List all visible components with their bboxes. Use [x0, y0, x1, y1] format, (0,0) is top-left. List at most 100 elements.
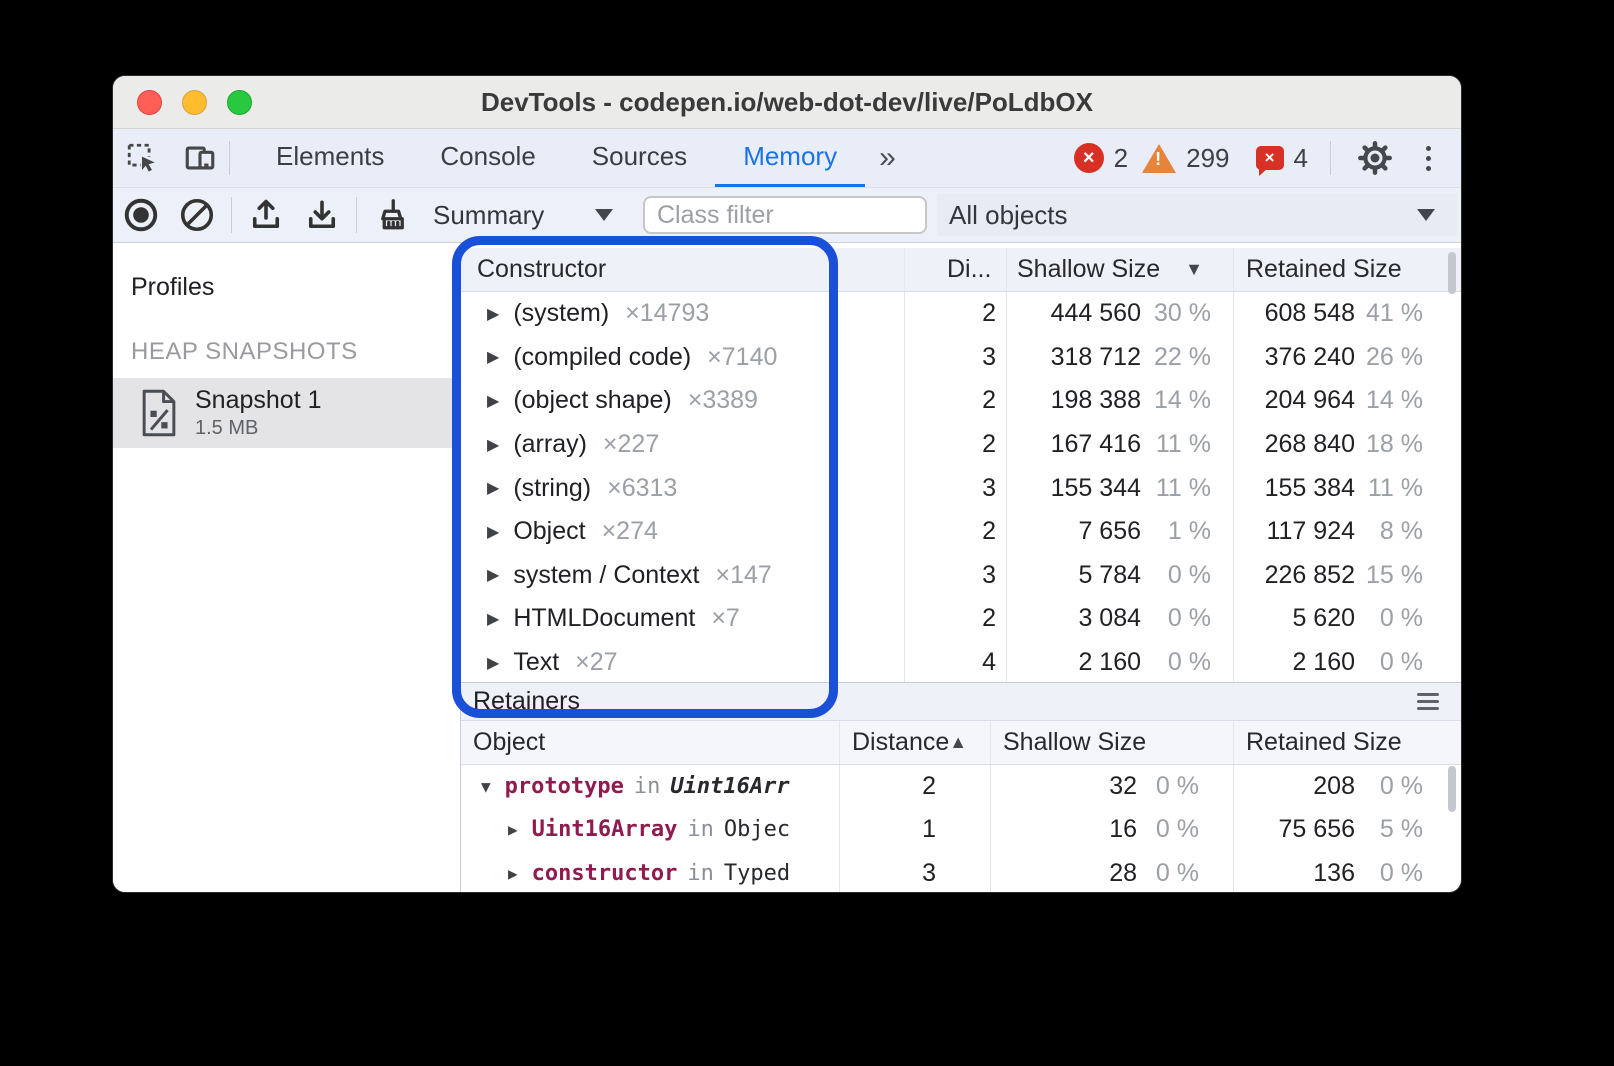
- constructor-row[interactable]: ▶ (string) ×6313 3 155 344 11 % 155 384: [461, 466, 1461, 510]
- expand-arrow-icon[interactable]: ▶: [487, 522, 499, 542]
- constructor-row[interactable]: ▶ (system) ×14793 2 444 560 30 % 608 548: [461, 292, 1461, 336]
- retainer-retained-value: 136: [1234, 859, 1355, 888]
- constructor-row[interactable]: ▶ Object ×274 2 7 656 1 % 117 924: [461, 510, 1461, 554]
- settings-button[interactable]: [1353, 140, 1397, 176]
- retainer-shallow-cell: 32 0 %: [990, 765, 1233, 809]
- close-window-button[interactable]: [137, 90, 162, 115]
- expand-arrow-icon[interactable]: ▶: [487, 304, 499, 324]
- expand-arrow-icon[interactable]: ▶: [487, 609, 499, 629]
- issues-badge[interactable]: × 4: [1256, 143, 1308, 174]
- memory-panel-content: Profiles HEAP SNAPSHOTS Snapshot 1: [113, 243, 1461, 892]
- expand-arrow-icon[interactable]: ▶: [487, 565, 499, 585]
- badge-divider: [1330, 141, 1331, 175]
- retainer-row[interactable]: ▶ constructor in Typed 3 28 0 %: [461, 852, 1461, 893]
- memory-toolbar: Summary All objects: [113, 188, 1461, 243]
- window-title-bar: DevTools - codepen.io/web-dot-dev/live/P…: [113, 76, 1461, 129]
- shallow-size-value: 198 388: [1007, 386, 1141, 415]
- shallow-size-value: 444 560: [1007, 299, 1141, 328]
- shallow-size-value: 3 084: [1007, 604, 1141, 633]
- tab-console[interactable]: Console: [412, 129, 563, 187]
- toggle-device-toolbar-button[interactable]: [171, 129, 229, 187]
- expand-arrow-icon[interactable]: ▶: [487, 653, 499, 673]
- clear-profiles-button[interactable]: [169, 188, 225, 242]
- perspective-value: Summary: [433, 200, 544, 231]
- column-header-constructor[interactable]: Constructor: [461, 248, 904, 291]
- class-filter-input[interactable]: [643, 196, 927, 234]
- warning-badge[interactable]: 299: [1142, 143, 1229, 174]
- retained-size-percent: 11 %: [1355, 474, 1423, 503]
- retainer-retained-cell: 208 0 %: [1233, 765, 1461, 809]
- snapshot-name: Snapshot 1: [195, 386, 322, 415]
- tab-elements[interactable]: Elements: [248, 129, 412, 187]
- retained-size-percent: 18 %: [1355, 430, 1423, 459]
- heap-snapshot-view: Constructor Di... Shallow Size ▼ Retaine…: [461, 243, 1461, 892]
- toolbar-divider: [231, 197, 232, 233]
- expand-arrow-icon[interactable]: ▶: [487, 478, 499, 498]
- expand-arrow-icon[interactable]: ▶: [487, 347, 499, 367]
- error-badge[interactable]: × 2: [1074, 143, 1128, 174]
- column-header-retainer-shallow[interactable]: Shallow Size: [990, 721, 1233, 764]
- column-header-retainer-retained[interactable]: Retained Size: [1233, 721, 1461, 764]
- shallow-size-cell: 2 160 0 %: [1006, 641, 1233, 682]
- collect-garbage-button[interactable]: [363, 188, 419, 242]
- constructor-cell: ▶ (object shape) ×3389: [461, 379, 904, 423]
- tab-memory[interactable]: Memory: [715, 129, 865, 187]
- retainer-row[interactable]: ▶ Uint16Array in Objec 1 16 0 %: [461, 808, 1461, 852]
- chevron-down-icon: [1417, 209, 1435, 221]
- column-header-object[interactable]: Object: [461, 721, 839, 764]
- expand-arrow-icon[interactable]: ▶: [487, 391, 499, 411]
- minimize-window-button[interactable]: [182, 90, 207, 115]
- constructor-cell: ▶ Text ×27: [461, 641, 904, 682]
- constructor-name: (system): [513, 299, 609, 328]
- retainer-shallow-value: 28: [991, 859, 1137, 888]
- expand-arrow-icon[interactable]: ▶: [508, 820, 518, 839]
- more-options-button[interactable]: [1411, 146, 1445, 171]
- constructor-row[interactable]: ▶ (compiled code) ×7140 3 318 712 22 % 3…: [461, 336, 1461, 380]
- expand-arrow-icon[interactable]: ▶: [508, 864, 518, 883]
- retainer-object-cell: ▶ Uint16Array in Objec: [461, 808, 839, 852]
- retained-size-percent: 8 %: [1355, 517, 1423, 546]
- load-profile-button[interactable]: [238, 188, 294, 242]
- save-profile-button[interactable]: [294, 188, 350, 242]
- objects-filter-select[interactable]: All objects: [937, 194, 1457, 236]
- objects-filter-value: All objects: [949, 200, 1068, 231]
- column-header-retainer-distance[interactable]: Distance ▲: [839, 721, 990, 764]
- retainers-menu-button[interactable]: [1417, 693, 1439, 710]
- retainer-row[interactable]: ▼ prototype in Uint16Arr 2 32 0 %: [461, 765, 1461, 809]
- perspective-select[interactable]: Summary: [433, 200, 619, 231]
- expand-arrow-icon[interactable]: ▼: [481, 777, 491, 796]
- status-badges: × 2 299 × 4: [1074, 129, 1461, 187]
- retainers-scrollbar-thumb[interactable]: [1448, 766, 1456, 812]
- constructor-name: Object: [513, 517, 585, 546]
- hamburger-icon: [1417, 693, 1439, 696]
- retainer-retained-value: 208: [1234, 772, 1355, 801]
- issues-icon: ×: [1256, 146, 1284, 170]
- sidebar-item-snapshot-1[interactable]: Snapshot 1 1.5 MB: [113, 378, 460, 448]
- expand-arrow-icon[interactable]: ▶: [487, 435, 499, 455]
- constructor-row[interactable]: ▶ (array) ×227 2 167 416 11 % 268 840: [461, 423, 1461, 467]
- inspect-element-button[interactable]: [113, 129, 171, 187]
- retainers-section-bar: Retainers: [461, 682, 1461, 721]
- record-heap-snapshot-button[interactable]: [113, 188, 169, 242]
- retained-size-value: 5 620: [1234, 604, 1355, 633]
- column-header-retained-size[interactable]: Retained Size: [1233, 248, 1461, 291]
- shallow-size-percent: 22 %: [1141, 343, 1211, 372]
- constructor-row[interactable]: ▶ (object shape) ×3389 2 198 388 14 % 20…: [461, 379, 1461, 423]
- retainer-in-keyword: in: [624, 774, 671, 799]
- constructor-row[interactable]: ▶ HTMLDocument ×7 2 3 084 0 % 5 620: [461, 597, 1461, 641]
- shallow-size-percent: 14 %: [1141, 386, 1211, 415]
- zoom-window-button[interactable]: [227, 90, 252, 115]
- constructor-row[interactable]: ▶ Text ×27 4 2 160 0 % 2 160 0: [461, 641, 1461, 682]
- column-header-shallow-size[interactable]: Shallow Size ▼: [1006, 248, 1233, 291]
- column-header-distance[interactable]: Di...: [904, 248, 1006, 291]
- more-tabs-button[interactable]: »: [865, 129, 906, 187]
- constructors-scrollbar-thumb[interactable]: [1448, 252, 1456, 294]
- constructor-row[interactable]: ▶ system / Context ×147 3 5 784 0 % 226 …: [461, 554, 1461, 598]
- retained-size-cell: 2 160 0 %: [1233, 641, 1461, 682]
- tab-sources[interactable]: Sources: [564, 129, 715, 187]
- constructor-name: HTMLDocument: [513, 604, 695, 633]
- retainer-property-name: constructor: [532, 861, 678, 886]
- clear-icon: [179, 197, 215, 233]
- retainer-owner-object: Uint16Arr: [670, 774, 789, 799]
- constructor-name: (array): [513, 430, 587, 459]
